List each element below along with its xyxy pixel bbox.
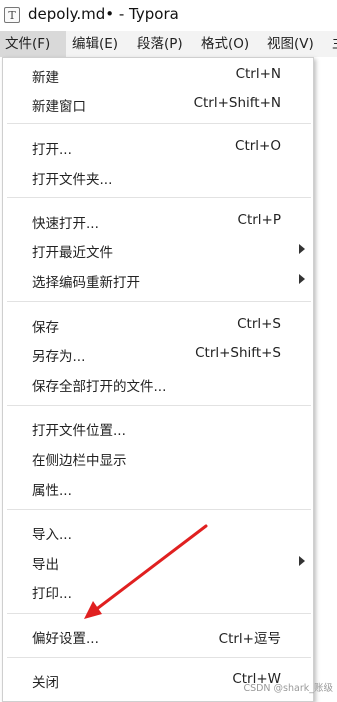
menu-item-quick-open[interactable]: 快速打开... Ctrl+P bbox=[3, 206, 313, 236]
menu-item-shortcut: Ctrl+S bbox=[237, 316, 281, 332]
chevron-right-icon bbox=[299, 556, 305, 566]
menu-item-print[interactable]: 打印... bbox=[3, 576, 313, 606]
menu-item-open-folder[interactable]: 打开文件夹... bbox=[3, 162, 313, 192]
typora-icon: T bbox=[4, 7, 20, 23]
menu-item-label: 属性... bbox=[32, 483, 72, 499]
menu-format[interactable]: 格式(O) bbox=[201, 31, 249, 57]
menu-separator bbox=[7, 657, 311, 658]
menu-item-label: 关闭 bbox=[32, 675, 59, 691]
window-title: depoly.md• - Typora bbox=[28, 5, 179, 23]
menu-item-open[interactable]: 打开... Ctrl+O bbox=[3, 132, 313, 162]
menu-item-label: 保存全部打开的文件... bbox=[32, 379, 167, 395]
menu-item-import[interactable]: 导入... bbox=[3, 517, 313, 547]
menu-separator bbox=[7, 197, 311, 198]
menu-bar: 文件(F) 编辑(E) 段落(P) 格式(O) 视图(V) 主 bbox=[0, 31, 337, 57]
file-menu-dropdown: 新建 Ctrl+N 新建窗口 Ctrl+Shift+N 打开... Ctrl+O… bbox=[2, 57, 314, 702]
menu-item-label: 打开最近文件 bbox=[32, 245, 113, 261]
menu-item-open-file-location[interactable]: 打开文件位置... bbox=[3, 413, 313, 443]
chevron-right-icon bbox=[299, 274, 305, 284]
menu-item-reopen-with-encoding[interactable]: 选择编码重新打开 bbox=[3, 265, 313, 295]
menu-item-shortcut: Ctrl+P bbox=[237, 212, 281, 228]
menu-item-label: 新建窗口 bbox=[32, 99, 86, 115]
menu-item-export[interactable]: 导出 bbox=[3, 547, 313, 577]
menu-item-shortcut: Ctrl+Shift+N bbox=[193, 95, 281, 111]
menu-item-save-all[interactable]: 保存全部打开的文件... bbox=[3, 369, 313, 399]
menu-item-new[interactable]: 新建 Ctrl+N bbox=[3, 60, 313, 90]
menu-item-label: 打印... bbox=[32, 586, 72, 602]
menu-separator bbox=[7, 509, 311, 510]
menu-item-label: 打开... bbox=[32, 142, 72, 158]
menu-item-label: 保存 bbox=[32, 320, 59, 336]
menu-item-label: 快速打开... bbox=[32, 216, 99, 232]
menu-item-properties[interactable]: 属性... bbox=[3, 473, 313, 503]
menu-item-label: 偏好设置... bbox=[32, 631, 99, 647]
menu-file[interactable]: 文件(F) bbox=[0, 31, 66, 57]
menu-item-shortcut: Ctrl+逗号 bbox=[218, 631, 281, 647]
menu-item-new-window[interactable]: 新建窗口 Ctrl+Shift+N bbox=[3, 89, 313, 119]
menu-item-label: 打开文件夹... bbox=[32, 172, 113, 188]
menu-item-preferences[interactable]: 偏好设置... Ctrl+逗号 bbox=[3, 621, 313, 651]
menu-item-save[interactable]: 保存 Ctrl+S bbox=[3, 310, 313, 340]
chevron-right-icon bbox=[299, 244, 305, 254]
menu-item-reveal-in-sidebar[interactable]: 在侧边栏中显示 bbox=[3, 443, 313, 473]
menu-item-label: 导出 bbox=[32, 557, 59, 573]
title-bar: T depoly.md• - Typora bbox=[0, 0, 337, 30]
menu-item-save-as[interactable]: 另存为... Ctrl+Shift+S bbox=[3, 339, 313, 369]
menu-item-label: 打开文件位置... bbox=[32, 423, 126, 439]
menu-paragraph[interactable]: 段落(P) bbox=[137, 31, 183, 57]
menu-item-open-recent[interactable]: 打开最近文件 bbox=[3, 235, 313, 265]
menu-separator bbox=[7, 123, 311, 124]
menu-item-label: 新建 bbox=[32, 70, 59, 86]
menu-theme[interactable]: 主 bbox=[332, 31, 337, 57]
menu-view[interactable]: 视图(V) bbox=[267, 31, 314, 57]
menu-item-label: 另存为... bbox=[32, 349, 86, 365]
menu-item-shortcut: Ctrl+N bbox=[235, 66, 281, 82]
menu-separator bbox=[7, 301, 311, 302]
menu-separator bbox=[7, 613, 311, 614]
menu-edit[interactable]: 编辑(E) bbox=[72, 31, 118, 57]
watermark: CSDN @shark_账级 bbox=[243, 683, 333, 694]
menu-item-label: 在侧边栏中显示 bbox=[32, 453, 127, 469]
menu-item-shortcut: Ctrl+O bbox=[235, 138, 281, 154]
menu-item-label: 选择编码重新打开 bbox=[32, 275, 140, 291]
menu-separator bbox=[7, 405, 311, 406]
menu-item-shortcut: Ctrl+Shift+S bbox=[195, 345, 281, 361]
menu-item-label: 导入... bbox=[32, 527, 72, 543]
